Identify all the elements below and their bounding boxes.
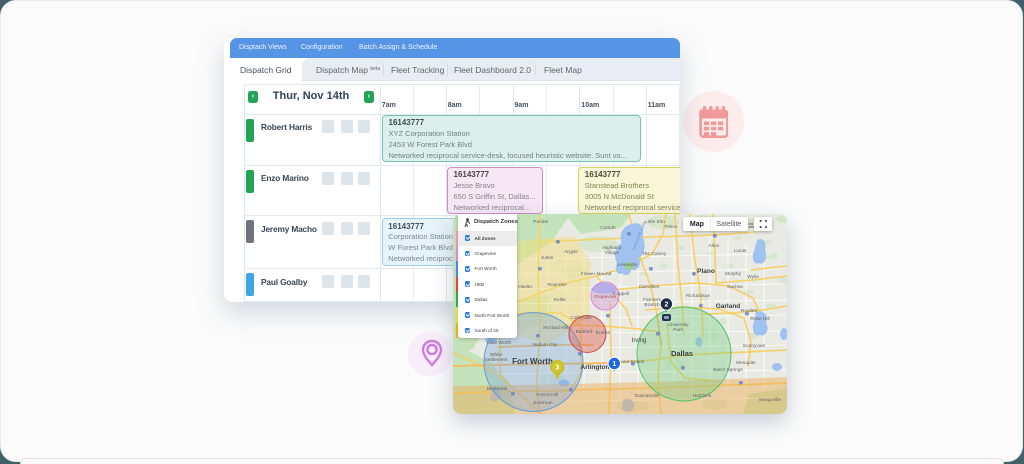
svg-text:Bedford: Bedford — [576, 329, 593, 335]
svg-text:Balch Springs: Balch Springs — [713, 367, 743, 373]
svg-text:Frisco: Frisco — [664, 224, 677, 230]
svg-text:Village: Village — [605, 250, 620, 256]
svg-text:1: 1 — [612, 361, 616, 368]
svg-text:Carrollton: Carrollton — [639, 284, 660, 290]
svg-text:Colleyville: Colleyville — [570, 315, 592, 321]
svg-text:Justin: Justin — [541, 255, 554, 261]
svg-text:Richardson: Richardson — [686, 293, 711, 299]
svg-text:Wylie: Wylie — [747, 274, 759, 280]
svg-text:Seagoville: Seagoville — [759, 397, 781, 403]
svg-text:Argyle: Argyle — [564, 249, 578, 255]
svg-text:Haslet: Haslet — [518, 284, 532, 290]
svg-text:Euless: Euless — [596, 330, 611, 336]
svg-text:Corinth: Corinth — [600, 225, 616, 231]
svg-text:Keller: Keller — [554, 297, 567, 303]
svg-text:Roanoke: Roanoke — [547, 282, 567, 288]
svg-text:Lake Worth: Lake Worth — [487, 340, 512, 346]
svg-text:Dallas: Dallas — [671, 349, 693, 358]
svg-text:Forest Hill: Forest Hill — [536, 392, 558, 398]
svg-text:Haltom City: Haltom City — [533, 342, 558, 348]
svg-text:Everman: Everman — [533, 400, 553, 406]
svg-text:Sachse: Sachse — [727, 284, 743, 290]
svg-text:Branch: Branch — [644, 302, 660, 308]
svg-text:Arlington: Arlington — [581, 364, 610, 371]
svg-text:Irving: Irving — [632, 338, 647, 344]
svg-text:Park: Park — [673, 327, 683, 333]
svg-text:Plano: Plano — [697, 268, 715, 275]
svg-text:Lucas: Lucas — [734, 248, 747, 254]
svg-text:Garland: Garland — [716, 303, 741, 310]
svg-text:Fort Worth: Fort Worth — [512, 357, 553, 366]
svg-text:Sunnyvale: Sunnyvale — [743, 343, 766, 349]
svg-text:Mesquite: Mesquite — [736, 360, 756, 366]
svg-text:Duncanville: Duncanville — [635, 393, 660, 399]
svg-text:The Colony: The Colony — [642, 251, 667, 257]
svg-text:Settlement: Settlement — [485, 357, 509, 363]
svg-text:3: 3 — [555, 365, 559, 372]
svg-text:Allen: Allen — [709, 243, 720, 249]
svg-text:Rowlett: Rowlett — [741, 308, 758, 314]
svg-text:Murphy: Murphy — [725, 271, 742, 277]
svg-text:2: 2 — [664, 302, 668, 309]
svg-text:Hutchins: Hutchins — [693, 393, 712, 399]
svg-text:Ponder: Ponder — [533, 219, 549, 225]
svg-text:Richland Hills: Richland Hills — [543, 325, 568, 330]
svg-text:Benbrook: Benbrook — [487, 386, 508, 392]
svg-text:Lewisville: Lewisville — [617, 262, 638, 268]
svg-text:Flower Mound: Flower Mound — [581, 271, 612, 277]
svg-text:Rose Hill: Rose Hill — [750, 316, 769, 322]
svg-text:Little Elm: Little Elm — [645, 219, 665, 225]
svg-text:Grapevine: Grapevine — [594, 294, 616, 300]
